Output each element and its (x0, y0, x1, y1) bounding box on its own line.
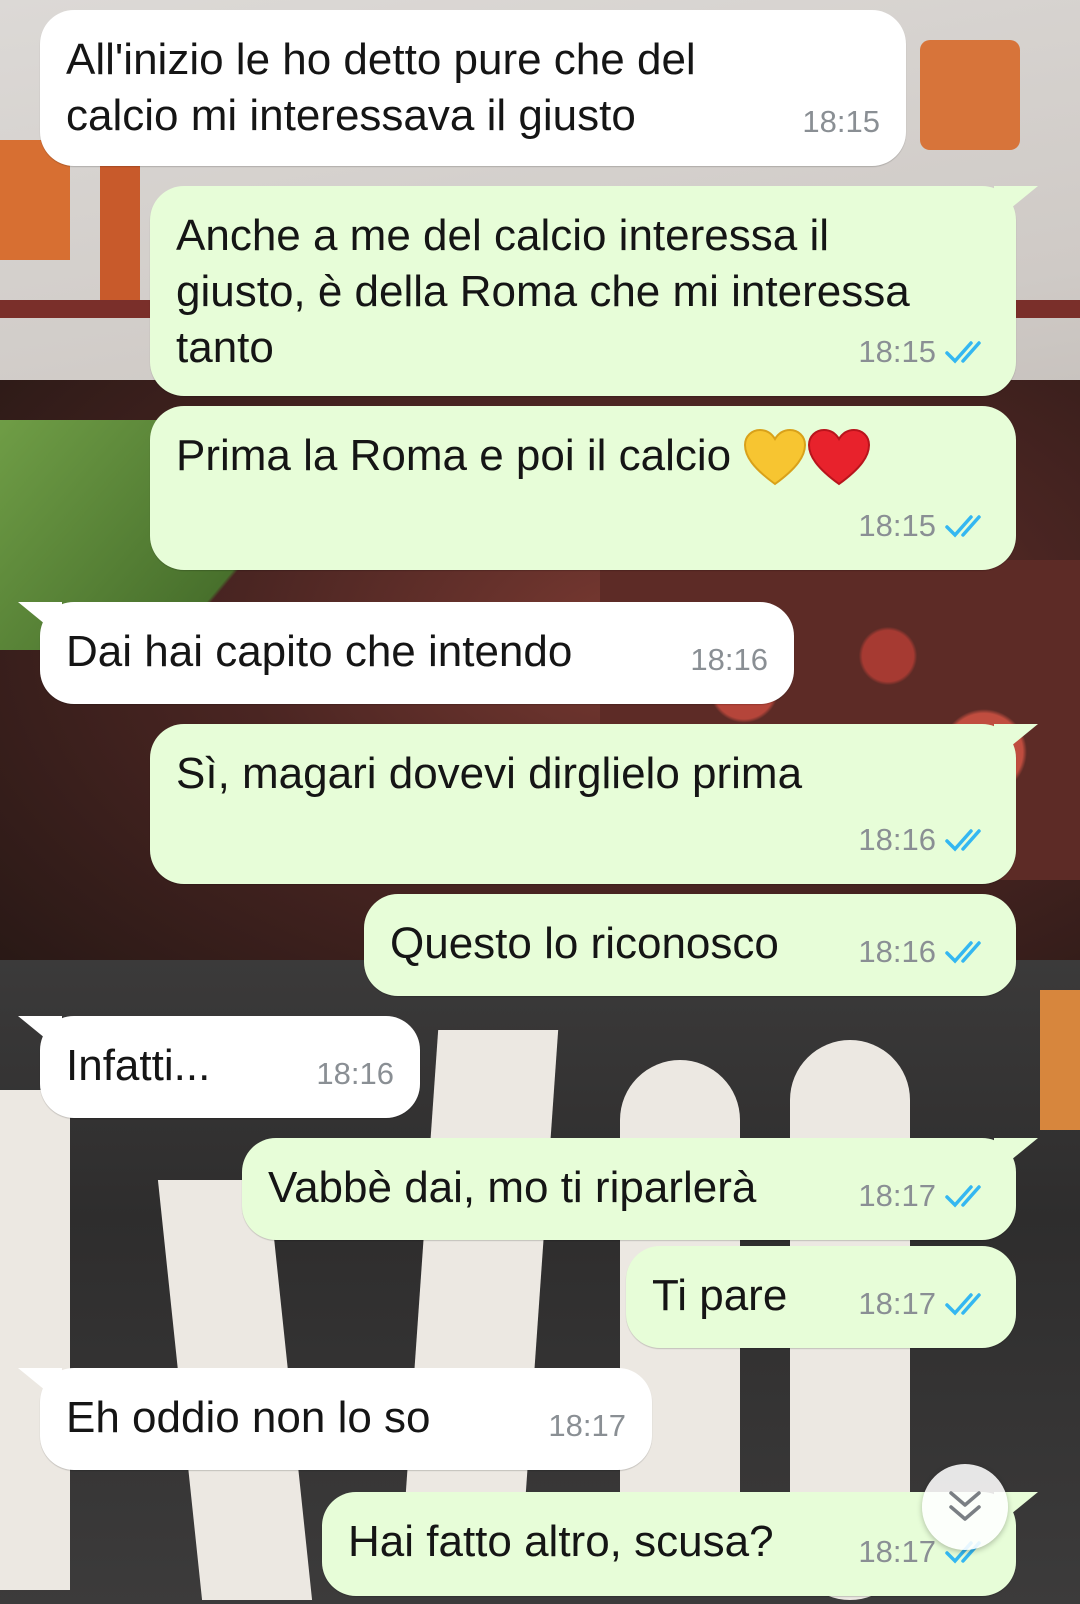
message-text: All'inizio le ho detto pure che del calc… (66, 35, 696, 140)
double-check-icon (945, 829, 981, 852)
double-check-icon (945, 1293, 981, 1316)
message-meta: 18:16 (858, 812, 990, 868)
message-meta: 18:15 (858, 498, 990, 554)
bubble-tail (994, 724, 1038, 760)
message-outgoing[interactable]: Questo lo riconosco 18:16 (364, 894, 1016, 996)
message-time: 18:16 (690, 642, 768, 677)
message-meta: 18:17 (548, 1398, 626, 1454)
message-time: 18:16 (858, 822, 936, 857)
message-text: Prima la Roma e poi il calcio (176, 428, 990, 488)
message-time: 18:17 (858, 1534, 936, 1569)
message-time: 18:15 (802, 104, 880, 139)
message-text: Dai hai capito che intendo (66, 627, 573, 676)
message-outgoing[interactable]: Sì, magari dovevi dirglielo prima 18:16 (150, 724, 1038, 884)
message-text: Eh oddio non lo so (66, 1393, 431, 1442)
message-outgoing[interactable]: Prima la Roma e poi il calcio 18:15 (150, 406, 1016, 570)
message-outgoing[interactable]: Vabbè dai, mo ti riparlerà 18:17 (242, 1138, 1038, 1240)
double-check-icon (945, 341, 981, 364)
message-outgoing[interactable]: Ti pare 18:17 (626, 1246, 1016, 1348)
message-time: 18:17 (858, 1178, 936, 1213)
yellow-heart-icon (744, 429, 807, 486)
message-meta: 18:16 (316, 1046, 394, 1102)
chat-message-list[interactable]: All'inizio le ho detto pure che del calc… (0, 0, 1080, 1604)
bubble-tail (18, 602, 62, 638)
double-check-icon (945, 941, 981, 964)
message-time: 18:16 (316, 1056, 394, 1091)
message-time: 18:15 (858, 508, 936, 543)
message-incoming[interactable]: Dai hai capito che intendo 18:16 (18, 602, 794, 704)
message-meta: 18:15 (858, 324, 990, 380)
message-outgoing[interactable]: Anche a me del calcio interessa il giust… (150, 186, 1038, 396)
double-chevron-down-icon (949, 1491, 981, 1521)
message-time: 18:16 (858, 934, 936, 969)
message-time: 18:17 (548, 1408, 626, 1443)
message-meta: 18:17 (858, 1276, 990, 1332)
message-meta: 18:15 (802, 94, 880, 150)
message-meta: 18:16 (858, 924, 990, 980)
double-check-icon (945, 515, 981, 538)
scroll-to-bottom-button[interactable] (922, 1464, 1008, 1550)
message-incoming[interactable]: Infatti... 18:16 (18, 1016, 420, 1118)
message-time: 18:15 (858, 334, 936, 369)
double-check-icon (945, 1185, 981, 1208)
message-incoming[interactable]: Eh oddio non lo so 18:17 (18, 1368, 652, 1470)
message-text-body: Prima la Roma e poi il calcio (176, 431, 732, 480)
bubble-tail (994, 1138, 1038, 1174)
message-outgoing[interactable]: Hai fatto altro, scusa? 18:17 (322, 1492, 1038, 1596)
message-time: 18:17 (858, 1286, 936, 1321)
message-meta: 18:16 (690, 632, 768, 688)
bubble-tail (994, 186, 1038, 222)
message-text: Sì, magari dovevi dirglielo prima (176, 749, 803, 798)
bubble-tail (18, 1016, 62, 1052)
red-heart-icon (808, 429, 871, 486)
message-meta: 18:17 (858, 1168, 990, 1224)
bubble-tail (18, 1368, 62, 1404)
message-incoming[interactable]: All'inizio le ho detto pure che del calc… (40, 10, 906, 166)
